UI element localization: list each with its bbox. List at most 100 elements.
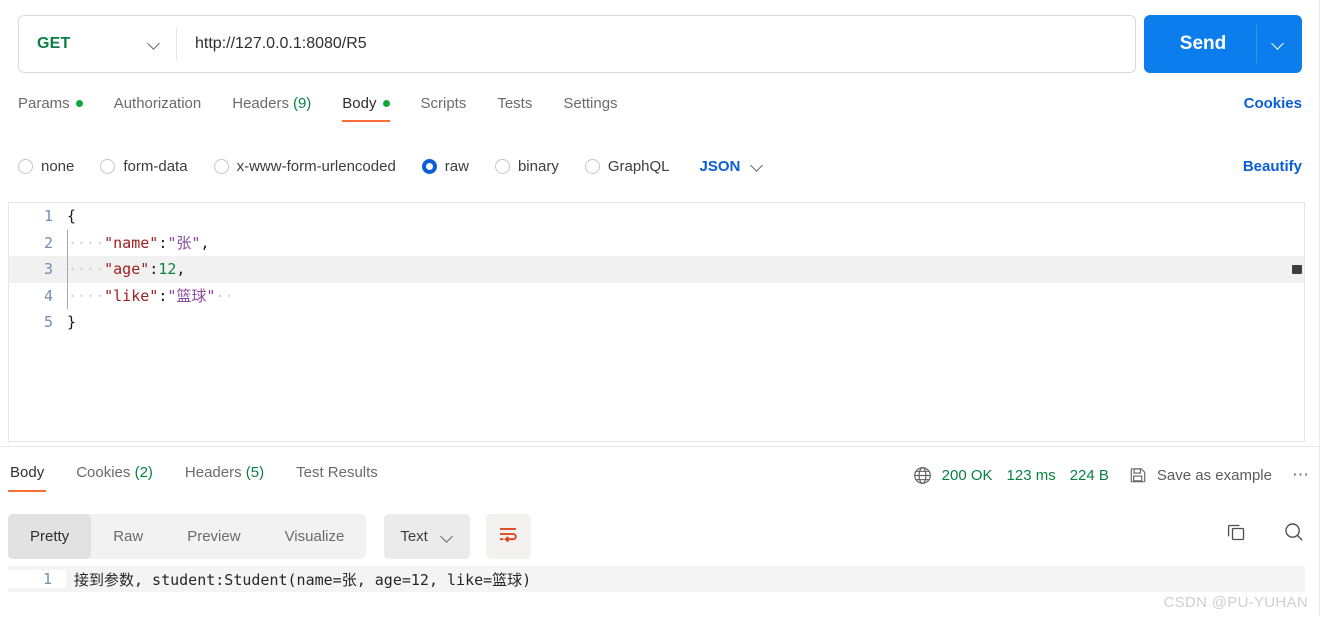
response-time: 123 ms <box>1006 466 1056 484</box>
tab-tests[interactable]: Tests <box>497 88 532 122</box>
code-token: : <box>158 233 168 252</box>
body-type-graphql-label: GraphQL <box>607 157 670 175</box>
response-view-modes: Pretty Raw Preview Visualize <box>8 514 367 559</box>
response-tab-test-results-label: Test Results <box>296 464 378 481</box>
tab-scripts-label: Scripts <box>420 95 467 112</box>
response-tab-cookies-label: Cookies <box>76 464 131 481</box>
response-tab-test-results[interactable]: Test Results <box>294 458 380 492</box>
radio-binary-icon[interactable] <box>494 158 510 174</box>
url-input-group[interactable]: GET http://127.0.0.1:8080/R5 <box>18 15 1136 73</box>
response-line: 1 接到参数, student:Student(name=张, age=12, l… <box>8 566 1305 592</box>
copy-icon[interactable] <box>1224 520 1248 544</box>
http-method-label: GET <box>37 35 71 52</box>
code-token: ·· <box>215 286 234 305</box>
code-token: , <box>200 233 210 252</box>
editor-line-number: 5 <box>43 313 53 332</box>
response-more-menu-button[interactable]: ⋯ <box>1292 465 1310 485</box>
tab-headers-count: (9) <box>292 95 312 112</box>
code-token: "like" <box>104 286 159 305</box>
code-token: "张" <box>167 234 201 253</box>
editor-scrollbar-thumb[interactable] <box>1292 265 1302 274</box>
editor-line[interactable]: 3 ···· "age":12, <box>9 256 1304 283</box>
chevron-down-icon <box>1273 38 1285 50</box>
tab-authorization-label: Authorization <box>113 95 202 112</box>
body-type-form-data[interactable]: form-data <box>100 157 188 175</box>
code-token: : <box>149 260 159 279</box>
editor-line[interactable]: 4 ···· "like": "篮球" ·· <box>9 282 1304 309</box>
request-body-editor[interactable]: 1{2 ···· "name": "张", 3 ···· "age":12, 4 ···· "li… <box>8 202 1305 442</box>
search-icon[interactable] <box>1282 520 1306 544</box>
code-token: , <box>176 260 186 279</box>
response-body-viewer[interactable]: 1 接到参数, student:Student(name=张, age=12, l… <box>8 566 1305 600</box>
view-mode-visualize[interactable]: Visualize <box>263 514 367 559</box>
params-modified-dot-icon <box>75 100 83 107</box>
editor-line-content: ···· "age":12, <box>67 256 185 283</box>
tab-params-label: Params <box>18 95 70 112</box>
word-wrap-button[interactable] <box>485 514 531 559</box>
view-mode-pretty[interactable]: Pretty <box>8 514 92 559</box>
postman-request-response-view: GET http://127.0.0.1:8080/R5 Send Params… <box>0 0 1320 617</box>
tab-headers[interactable]: Headers (9) <box>232 88 311 122</box>
tab-settings-label: Settings <box>563 95 618 112</box>
watermark: CSDN @PU-YUHAN <box>1163 594 1308 611</box>
word-wrap-icon <box>497 524 519 549</box>
editor-line-number: 2 <box>43 233 53 252</box>
request-tabs: Params Authorization Headers (9) Body Sc… <box>0 88 1320 134</box>
tab-body[interactable]: Body <box>342 88 390 122</box>
pane-divider[interactable] <box>0 446 1320 447</box>
send-options-button[interactable] <box>1256 15 1302 73</box>
radio-raw-icon[interactable] <box>421 158 437 174</box>
code-token: { <box>67 207 77 226</box>
radio-form-data-icon[interactable] <box>100 158 116 174</box>
body-type-urlencoded-label: x-www-form-urlencoded <box>236 157 396 175</box>
tab-authorization[interactable]: Authorization <box>114 88 202 122</box>
radio-none-icon[interactable] <box>18 158 33 174</box>
url-bar: GET http://127.0.0.1:8080/R5 Send <box>0 0 1320 88</box>
editor-line[interactable]: 1{ <box>9 203 1304 230</box>
http-method-selector[interactable]: GET <box>19 16 177 72</box>
view-mode-preview[interactable]: Preview <box>165 514 262 559</box>
save-as-example-button[interactable]: Save as example <box>1157 467 1272 484</box>
send-button-group[interactable]: Send <box>1144 15 1302 73</box>
code-token: ···· <box>68 286 105 305</box>
code-token: "age" <box>104 260 150 279</box>
code-token: } <box>67 313 77 332</box>
tab-tests-label: Tests <box>497 95 533 112</box>
response-view-toolbar: Pretty Raw Preview Visualize Text <box>8 514 531 559</box>
editor-lines: 1{2 ···· "name": "张", 3 ···· "age":12, 4 ···· "li… <box>9 203 1304 336</box>
body-type-none[interactable]: none <box>18 158 74 175</box>
editor-line-content: } <box>67 313 76 331</box>
raw-format-selector[interactable]: JSON <box>700 158 765 175</box>
editor-line[interactable]: 5} <box>9 309 1304 336</box>
body-type-binary-label: binary <box>517 157 559 175</box>
radio-graphql-icon[interactable] <box>584 158 600 174</box>
response-body-actions <box>1224 520 1306 544</box>
editor-line-number: 3 <box>43 260 53 279</box>
tab-settings[interactable]: Settings <box>563 88 617 122</box>
tab-params[interactable]: Params <box>18 88 83 122</box>
body-type-binary[interactable]: binary <box>494 157 559 175</box>
response-tab-cookies[interactable]: Cookies (2) <box>74 458 155 492</box>
body-type-urlencoded[interactable]: x-www-form-urlencoded <box>213 157 396 175</box>
send-button[interactable]: Send <box>1144 33 1256 55</box>
cookies-link[interactable]: Cookies <box>1244 95 1302 112</box>
response-tab-headers[interactable]: Headers (5) <box>183 458 266 492</box>
body-type-graphql[interactable]: GraphQL <box>584 157 670 175</box>
radio-urlencoded-icon[interactable] <box>213 158 229 174</box>
save-icon[interactable] <box>1129 466 1147 484</box>
editor-line[interactable]: 2 ···· "name": "张", <box>9 229 1304 256</box>
body-type-form-data-label: form-data <box>123 157 188 175</box>
view-mode-raw[interactable]: Raw <box>91 514 165 559</box>
url-input[interactable]: http://127.0.0.1:8080/R5 <box>177 16 1135 72</box>
tab-headers-label: Headers <box>232 95 289 112</box>
chevron-down-icon <box>442 531 454 543</box>
editor-line-number: 1 <box>43 207 53 226</box>
response-tab-body[interactable]: Body <box>8 458 47 492</box>
tab-scripts[interactable]: Scripts <box>421 88 467 122</box>
beautify-button[interactable]: Beautify <box>1243 158 1302 175</box>
response-format-selector[interactable]: Text <box>384 514 470 559</box>
body-type-none-label: none <box>41 157 75 175</box>
response-format-label: Text <box>400 528 428 545</box>
response-status-bar: 200 OK 123 ms 224 B Save as example ⋯ <box>913 460 1310 490</box>
body-type-raw[interactable]: raw <box>421 158 469 175</box>
